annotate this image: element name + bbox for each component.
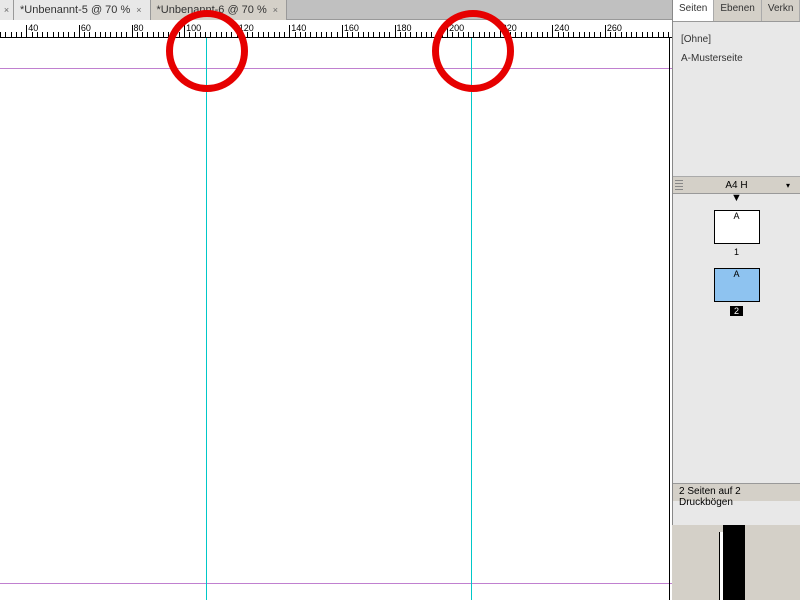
ruler-label: 200 (449, 23, 464, 33)
page-thumb-2[interactable]: A (714, 268, 760, 302)
document-canvas[interactable] (0, 38, 672, 600)
ruler-label: 120 (239, 23, 254, 33)
column-guide-1[interactable] (206, 38, 207, 600)
close-icon[interactable]: × (134, 5, 143, 15)
ruler-label: 60 (81, 23, 91, 33)
ruler-label: 160 (344, 23, 359, 33)
margin-guide-bottom (0, 583, 672, 584)
spread-anchor-icon: ▼ (673, 194, 800, 202)
panel-tab-verknupfungen[interactable]: Verkn (762, 0, 800, 21)
tab-label: *Unbenannt-6 @ 70 % (157, 4, 267, 16)
master-pages-list: [Ohne] A-Musterseite (673, 22, 800, 76)
grip-icon (675, 180, 683, 190)
page-num-2: 2 (730, 305, 743, 317)
ruler-label: 220 (502, 23, 517, 33)
close-icon: × (2, 5, 11, 15)
column-guide-2[interactable] (471, 38, 472, 600)
ruler-label: 260 (607, 23, 622, 33)
page-size-label: A4 H (725, 180, 747, 191)
ruler-label: 240 (554, 23, 569, 33)
pages-subpanel: A4 H ▾ ▼ A 1 A 2 2 Seiten auf 2 Druckbög… (673, 176, 800, 501)
master-a[interactable]: A-Musterseite (681, 49, 792, 68)
pages-panel: Seiten Ebenen Verkn [Ohne] A-Musterseite… (672, 0, 800, 525)
page-edge-right (669, 38, 670, 600)
document-tab-2[interactable]: *Unbenannt-6 @ 70 % × (151, 0, 288, 20)
page-back (719, 532, 723, 600)
tab-close-prev[interactable]: × (0, 0, 14, 20)
chevron-down-icon: ▾ (786, 181, 790, 190)
close-icon[interactable]: × (271, 5, 280, 15)
tab-label: *Unbenannt-5 @ 70 % (20, 4, 130, 16)
ruler-label: 40 (28, 23, 38, 33)
panel-tabs: Seiten Ebenen Verkn (673, 0, 800, 22)
document-tab-1[interactable]: *Unbenannt-5 @ 70 % × (14, 0, 151, 20)
ruler-label: 100 (186, 23, 201, 33)
ruler-label: 180 (397, 23, 412, 33)
ruler-label: 80 (134, 23, 144, 33)
ruler-label: 140 (291, 23, 306, 33)
page-thumbnails: A 1 A 2 (673, 202, 800, 317)
page-size-dropdown[interactable]: A4 H ▾ (673, 177, 800, 194)
panel-tab-ebenen[interactable]: Ebenen (714, 0, 761, 21)
master-none[interactable]: [Ohne] (681, 30, 792, 49)
page-shadow (723, 525, 745, 600)
page-thumb-1[interactable]: A (714, 210, 760, 244)
page-num-1: 1 (734, 247, 739, 257)
panel-footer: 2 Seiten auf 2 Druckbögen (673, 483, 800, 501)
panel-tab-seiten[interactable]: Seiten (673, 0, 714, 21)
margin-guide-top (0, 68, 672, 69)
